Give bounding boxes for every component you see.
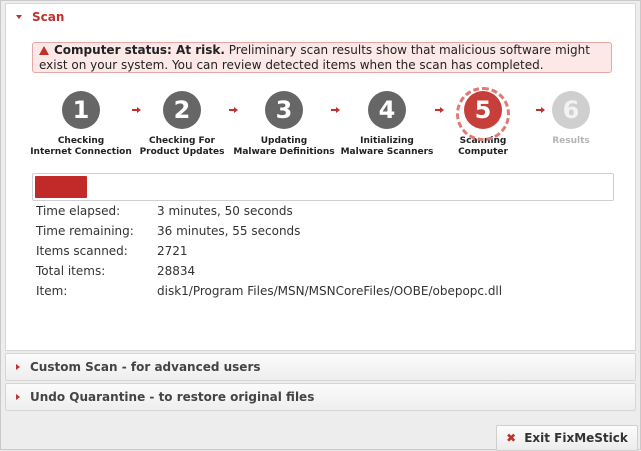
step-label-line2: Internet Connection — [30, 147, 132, 157]
stat-label: Item: — [36, 284, 68, 298]
step-1: 1 Checking Internet Connection — [26, 87, 136, 158]
step-label-line1: Initializing — [360, 136, 414, 146]
stat-label: Total items: — [36, 264, 106, 278]
stat-label: Time remaining: — [36, 224, 134, 238]
stat-value: 2721 — [157, 244, 188, 258]
stat-row: Total items: 28834 — [36, 261, 502, 281]
chevron-right-icon — [16, 394, 20, 400]
step-label-line1: Updating — [260, 136, 308, 146]
chevron-right-icon — [16, 364, 20, 370]
stat-row: Items scanned: 2721 — [36, 241, 502, 261]
stat-value: 36 minutes, 55 seconds — [157, 224, 301, 238]
step-label: Results — [516, 136, 626, 147]
step-label-line2: Computer — [458, 147, 508, 157]
scan-progress-fill — [35, 176, 87, 198]
scan-panel-header[interactable]: Scan — [5, 3, 636, 31]
step-number-badge: 5 — [456, 87, 510, 141]
spinner-icon — [456, 87, 510, 141]
step-3: 3 Updating Malware Definitions — [229, 87, 339, 158]
stat-row: Time remaining: 36 minutes, 55 seconds — [36, 221, 502, 241]
stat-value: 3 minutes, 50 seconds — [157, 204, 293, 218]
stat-value: disk1/Program Files/MSN/MSNCoreFiles/OOB… — [157, 284, 503, 298]
step-4: 4 Initializing Malware Scanners — [332, 87, 442, 158]
scan-stats: Time elapsed: 3 minutes, 50 seconds Time… — [36, 201, 502, 301]
step-number-badge: 1 — [62, 91, 100, 129]
exit-button-label: Exit FixMeStick — [524, 431, 628, 445]
status-alert: Computer status: At risk. Preliminary sc… — [32, 42, 612, 73]
undo-quarantine-panel-header[interactable]: Undo Quarantine - to restore original fi… — [5, 383, 636, 411]
step-2: 2 Checking For Product Updates — [127, 87, 237, 158]
stat-label: Time elapsed: — [36, 204, 121, 218]
custom-scan-panel-header[interactable]: Custom Scan - for advanced users — [5, 353, 636, 381]
status-alert-title: Computer status: At risk. — [54, 43, 225, 57]
custom-scan-title: Custom Scan - for advanced users — [30, 360, 261, 374]
exit-button[interactable]: ✖ Exit FixMeStick — [496, 425, 638, 451]
close-icon: ✖ — [506, 431, 517, 445]
step-label-line2: Malware Definitions — [233, 147, 335, 157]
step-label: Initializing Malware Scanners — [332, 136, 442, 158]
step-label-line1: Checking — [57, 136, 105, 146]
scan-panel-title: Scan — [32, 10, 65, 24]
step-6: 6 Results — [516, 87, 626, 147]
warning-icon — [39, 46, 49, 55]
step-number-badge: 2 — [163, 91, 201, 129]
step-label: Checking Internet Connection — [26, 136, 136, 158]
app-window: Scan Computer status: At risk. Prelimina… — [0, 0, 641, 451]
step-number-badge: 4 — [368, 91, 406, 129]
scan-panel-body: Computer status: At risk. Preliminary sc… — [5, 30, 636, 351]
chevron-down-icon — [16, 15, 22, 19]
stat-row: Item: disk1/Program Files/MSN/MSNCoreFil… — [36, 281, 502, 301]
step-label-line2: Product Updates — [139, 147, 225, 157]
undo-quarantine-title: Undo Quarantine - to restore original fi… — [30, 390, 315, 404]
stat-label: Items scanned: — [36, 244, 128, 258]
scan-progress-bar — [32, 173, 614, 201]
stat-value: 28834 — [157, 264, 196, 278]
step-label: Checking For Product Updates — [127, 136, 237, 158]
step-label: Updating Malware Definitions — [229, 136, 339, 158]
step-label-line2: Malware Scanners — [340, 147, 434, 157]
step-label-line1: Results — [552, 136, 590, 146]
step-number-badge: 3 — [265, 91, 303, 129]
step-label-line1: Checking For — [149, 136, 215, 146]
step-number-badge: 6 — [552, 91, 590, 129]
stat-row: Time elapsed: 3 minutes, 50 seconds — [36, 201, 502, 221]
